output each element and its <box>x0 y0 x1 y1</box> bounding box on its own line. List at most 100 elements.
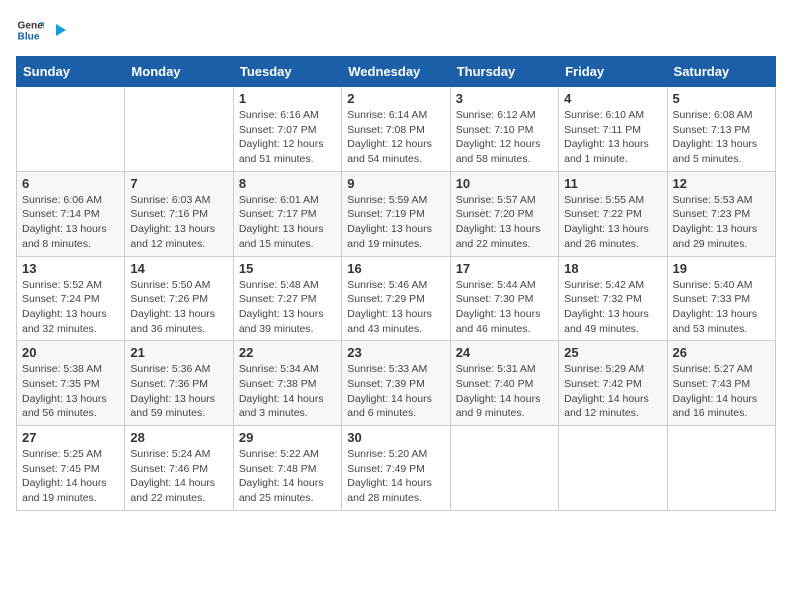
day-number: 30 <box>347 430 444 445</box>
day-info: Sunrise: 6:14 AM Sunset: 7:08 PM Dayligh… <box>347 108 444 167</box>
calendar-cell: 16 Sunrise: 5:46 AM Sunset: 7:29 PM Dayli… <box>342 256 450 341</box>
calendar-cell: 3 Sunrise: 6:12 AM Sunset: 7:10 PM Daylig… <box>450 87 558 172</box>
calendar-cell: 8Sunrise: 6:01 AM Sunset: 7:17 PM Daylig… <box>233 171 341 256</box>
day-info: Sunrise: 5:50 AM Sunset: 7:26 PM Dayligh… <box>130 278 227 337</box>
day-number: 23 <box>347 345 444 360</box>
logo: General Blue <box>16 16 68 44</box>
day-info: Sunrise: 5:27 AM Sunset: 7:43 PM Dayligh… <box>673 362 770 421</box>
day-number: 17 <box>456 261 553 276</box>
day-number: 16 <box>347 261 444 276</box>
day-info: Sunrise: 5:57 AM Sunset: 7:20 PM Dayligh… <box>456 193 553 252</box>
calendar-cell: 19 Sunrise: 5:40 AM Sunset: 7:33 PM Dayli… <box>667 256 775 341</box>
svg-text:Blue: Blue <box>18 31 40 42</box>
day-number: 10 <box>456 176 553 191</box>
day-number: 24 <box>456 345 553 360</box>
calendar-header-tuesday: Tuesday <box>233 57 341 87</box>
day-number: 4 <box>564 91 661 106</box>
calendar-cell <box>559 426 667 511</box>
day-info: Sunrise: 5:22 AM Sunset: 7:48 PM Dayligh… <box>239 447 336 506</box>
calendar-cell: 26 Sunrise: 5:27 AM Sunset: 7:43 PM Dayli… <box>667 341 775 426</box>
calendar-cell: 13Sunrise: 5:52 AM Sunset: 7:24 PM Dayli… <box>17 256 125 341</box>
calendar-cell <box>125 87 233 172</box>
day-number: 6 <box>22 176 119 191</box>
day-number: 18 <box>564 261 661 276</box>
calendar-week-row: 1 Sunrise: 6:16 AM Sunset: 7:07 PM Daylig… <box>17 87 776 172</box>
day-info: Sunrise: 5:20 AM Sunset: 7:49 PM Dayligh… <box>347 447 444 506</box>
calendar-cell: 10 Sunrise: 5:57 AM Sunset: 7:20 PM Dayli… <box>450 171 558 256</box>
day-info: Sunrise: 6:10 AM Sunset: 7:11 PM Dayligh… <box>564 108 661 167</box>
day-number: 27 <box>22 430 119 445</box>
day-info: Sunrise: 6:01 AM Sunset: 7:17 PM Dayligh… <box>239 193 336 252</box>
day-info: Sunrise: 5:25 AM Sunset: 7:45 PM Dayligh… <box>22 447 119 506</box>
calendar-week-row: 6 Sunrise: 6:06 AM Sunset: 7:14 PM Daylig… <box>17 171 776 256</box>
day-number: 1 <box>239 91 336 106</box>
day-number: 14 <box>130 261 227 276</box>
day-info: Sunrise: 5:29 AM Sunset: 7:42 PM Dayligh… <box>564 362 661 421</box>
calendar-cell: 30 Sunrise: 5:20 AM Sunset: 7:49 PM Dayli… <box>342 426 450 511</box>
calendar-cell: 15 Sunrise: 5:48 AM Sunset: 7:27 PM Dayli… <box>233 256 341 341</box>
day-info: Sunrise: 5:46 AM Sunset: 7:29 PM Dayligh… <box>347 278 444 337</box>
day-number: 11 <box>564 176 661 191</box>
day-number: 12 <box>673 176 770 191</box>
calendar-cell: 4 Sunrise: 6:10 AM Sunset: 7:11 PM Daylig… <box>559 87 667 172</box>
day-info: Sunrise: 5:24 AM Sunset: 7:46 PM Dayligh… <box>130 447 227 506</box>
day-info: Sunrise: 5:52 AM Sunset: 7:24 PM Dayligh… <box>22 278 119 337</box>
calendar-header-monday: Monday <box>125 57 233 87</box>
day-number: 19 <box>673 261 770 276</box>
day-number: 2 <box>347 91 444 106</box>
calendar-cell: 11 Sunrise: 5:55 AM Sunset: 7:22 PM Dayli… <box>559 171 667 256</box>
day-number: 26 <box>673 345 770 360</box>
day-info: Sunrise: 5:42 AM Sunset: 7:32 PM Dayligh… <box>564 278 661 337</box>
day-number: 3 <box>456 91 553 106</box>
calendar-cell: 23Sunrise: 5:33 AM Sunset: 7:39 PM Dayli… <box>342 341 450 426</box>
calendar-cell: 18 Sunrise: 5:42 AM Sunset: 7:32 PM Dayli… <box>559 256 667 341</box>
day-number: 9 <box>347 176 444 191</box>
day-number: 7 <box>130 176 227 191</box>
day-info: Sunrise: 5:53 AM Sunset: 7:23 PM Dayligh… <box>673 193 770 252</box>
calendar-header-friday: Friday <box>559 57 667 87</box>
day-number: 29 <box>239 430 336 445</box>
day-info: Sunrise: 6:06 AM Sunset: 7:14 PM Dayligh… <box>22 193 119 252</box>
calendar-cell: 25 Sunrise: 5:29 AM Sunset: 7:42 PM Dayli… <box>559 341 667 426</box>
calendar-cell: 7 Sunrise: 6:03 AM Sunset: 7:16 PM Daylig… <box>125 171 233 256</box>
calendar-cell <box>450 426 558 511</box>
calendar-header-sunday: Sunday <box>17 57 125 87</box>
day-number: 28 <box>130 430 227 445</box>
calendar-cell: 5 Sunrise: 6:08 AM Sunset: 7:13 PM Daylig… <box>667 87 775 172</box>
svg-text:General: General <box>18 20 44 31</box>
logo-icon: General Blue <box>16 16 44 44</box>
calendar-cell: 28 Sunrise: 5:24 AM Sunset: 7:46 PM Dayli… <box>125 426 233 511</box>
calendar-cell: 21Sunrise: 5:36 AM Sunset: 7:36 PM Dayli… <box>125 341 233 426</box>
day-number: 5 <box>673 91 770 106</box>
calendar-cell: 1 Sunrise: 6:16 AM Sunset: 7:07 PM Daylig… <box>233 87 341 172</box>
calendar-cell: 17Sunrise: 5:44 AM Sunset: 7:30 PM Dayli… <box>450 256 558 341</box>
header: General Blue <box>16 16 776 44</box>
day-info: Sunrise: 6:12 AM Sunset: 7:10 PM Dayligh… <box>456 108 553 167</box>
day-info: Sunrise: 5:38 AM Sunset: 7:35 PM Dayligh… <box>22 362 119 421</box>
logo-arrow-icon <box>50 21 68 39</box>
calendar-cell: 20 Sunrise: 5:38 AM Sunset: 7:35 PM Dayli… <box>17 341 125 426</box>
day-info: Sunrise: 5:40 AM Sunset: 7:33 PM Dayligh… <box>673 278 770 337</box>
calendar-cell: 12 Sunrise: 5:53 AM Sunset: 7:23 PM Dayli… <box>667 171 775 256</box>
calendar-week-row: 20 Sunrise: 5:38 AM Sunset: 7:35 PM Dayli… <box>17 341 776 426</box>
calendar-cell: 14 Sunrise: 5:50 AM Sunset: 7:26 PM Dayli… <box>125 256 233 341</box>
calendar-cell: 9 Sunrise: 5:59 AM Sunset: 7:19 PM Daylig… <box>342 171 450 256</box>
day-info: Sunrise: 5:31 AM Sunset: 7:40 PM Dayligh… <box>456 362 553 421</box>
day-info: Sunrise: 5:48 AM Sunset: 7:27 PM Dayligh… <box>239 278 336 337</box>
day-number: 15 <box>239 261 336 276</box>
calendar-cell: 2 Sunrise: 6:14 AM Sunset: 7:08 PM Daylig… <box>342 87 450 172</box>
day-number: 20 <box>22 345 119 360</box>
day-number: 21 <box>130 345 227 360</box>
calendar-cell <box>667 426 775 511</box>
day-info: Sunrise: 6:16 AM Sunset: 7:07 PM Dayligh… <box>239 108 336 167</box>
calendar-header-row: SundayMondayTuesdayWednesdayThursdayFrid… <box>17 57 776 87</box>
day-number: 25 <box>564 345 661 360</box>
day-info: Sunrise: 6:03 AM Sunset: 7:16 PM Dayligh… <box>130 193 227 252</box>
calendar: SundayMondayTuesdayWednesdayThursdayFrid… <box>16 56 776 511</box>
calendar-header-saturday: Saturday <box>667 57 775 87</box>
day-info: Sunrise: 5:59 AM Sunset: 7:19 PM Dayligh… <box>347 193 444 252</box>
calendar-cell <box>17 87 125 172</box>
day-info: Sunrise: 5:55 AM Sunset: 7:22 PM Dayligh… <box>564 193 661 252</box>
calendar-header-thursday: Thursday <box>450 57 558 87</box>
day-info: Sunrise: 6:08 AM Sunset: 7:13 PM Dayligh… <box>673 108 770 167</box>
